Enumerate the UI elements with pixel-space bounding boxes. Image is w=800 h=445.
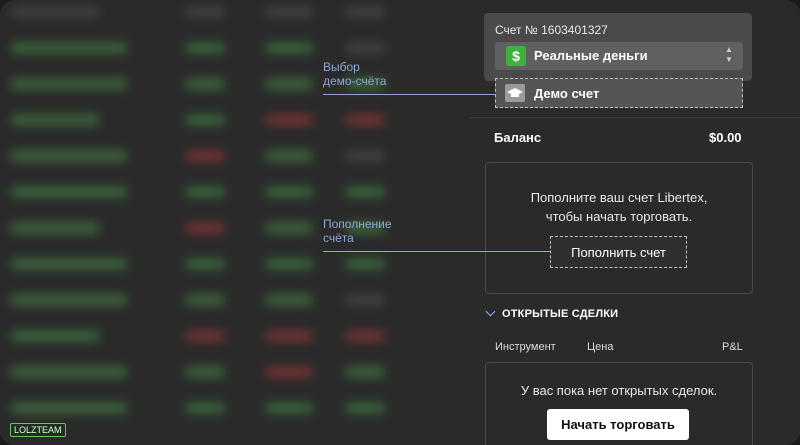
blurred-row: [0, 138, 470, 174]
annotation-deposit: Пополнение счёта: [323, 217, 392, 245]
deposit-button[interactable]: Пополнить счет: [550, 236, 687, 268]
blurred-cell: [265, 78, 313, 90]
annotation-demo-line2: демо-счёта: [323, 74, 387, 88]
blurred-cell: [10, 222, 100, 234]
blurred-cell: [185, 150, 225, 162]
column-header-instrument: Инструмент: [495, 341, 556, 353]
annotation-demo-line1: Выбор: [323, 60, 360, 74]
blurred-cell: [10, 114, 100, 126]
blurred-cell: [345, 366, 385, 378]
blurred-cell: [10, 294, 128, 306]
account-type-selected: Реальные деньги: [534, 48, 648, 63]
blurred-cell: [10, 150, 128, 162]
column-header-price: Цена: [587, 341, 614, 353]
blurred-cell: [345, 330, 385, 342]
blurred-instrument-table: [0, 0, 470, 445]
blurred-cell: [345, 186, 385, 198]
blurred-cell: [185, 114, 225, 126]
annotation-deposit-line: [323, 251, 550, 252]
annotation-demo: Выбор демо-счёта: [323, 60, 386, 88]
no-trades-message: У вас пока нет открытых сделок.: [520, 383, 718, 398]
account-number-label: Счет № 1603401327: [495, 23, 608, 37]
blurred-row: [0, 174, 470, 210]
blurred-cell: [265, 42, 313, 54]
dollar-icon: $: [506, 46, 526, 66]
blurred-cell: [345, 258, 385, 270]
blurred-cell: [10, 78, 128, 90]
graduation-cap-icon: [505, 84, 525, 102]
blurred-cell: [265, 366, 313, 378]
open-trades-title: ОТКРЫТЫЕ СДЕЛКИ: [502, 308, 619, 320]
blurred-cell: [345, 150, 385, 162]
start-trading-button[interactable]: Начать торговать: [547, 409, 689, 440]
demo-account-label: Демо счет: [534, 86, 600, 101]
blurred-cell: [265, 114, 313, 126]
deposit-card: [485, 162, 753, 294]
blurred-cell: [10, 258, 128, 270]
blurred-cell: [185, 258, 225, 270]
blurred-cell: [345, 114, 385, 126]
blurred-cell: [265, 258, 313, 270]
blurred-cell: [185, 366, 225, 378]
blurred-cell: [185, 78, 225, 90]
blurred-cell: [265, 150, 313, 162]
blurred-row: [0, 318, 470, 354]
select-arrows-icon: ▲ ▼: [725, 45, 733, 64]
blurred-cell: [185, 42, 225, 54]
blurred-cell: [265, 222, 313, 234]
blurred-cell: [185, 330, 225, 342]
blurred-cell: [10, 402, 128, 414]
blurred-cell: [10, 186, 128, 198]
blurred-cell: [265, 6, 313, 18]
blurred-cell: [185, 294, 225, 306]
balance-value: $0.00: [709, 130, 742, 145]
blurred-cell: [265, 294, 313, 306]
column-header-pnl: P&L: [722, 341, 743, 353]
blurred-cell: [185, 222, 225, 234]
annotation-deposit-line1: Пополнение: [323, 217, 392, 231]
blurred-row: [0, 66, 470, 102]
blurred-cell: [265, 402, 313, 414]
blurred-cell: [345, 294, 385, 306]
divider: [470, 117, 800, 118]
blurred-row: [0, 102, 470, 138]
demo-account-option[interactable]: [495, 78, 743, 108]
blurred-cell: [265, 186, 313, 198]
blurred-cell: [345, 402, 385, 414]
watermark-logo: LOLZTEAM: [10, 423, 66, 437]
chevron-down-icon: [485, 306, 496, 317]
blurred-row: [0, 30, 470, 66]
blurred-cell: [10, 6, 100, 18]
blurred-cell: [10, 42, 128, 54]
blurred-cell: [345, 42, 385, 54]
blurred-cell: [185, 402, 225, 414]
app-frame: Счет № 1603401327 $ Реальные деньги ▲ ▼ Д…: [0, 0, 800, 445]
blurred-row: [0, 390, 470, 426]
annotation-deposit-line2: счёта: [323, 231, 354, 245]
annotation-demo-line: [323, 94, 495, 95]
deposit-message: Пополните ваш счет Libertex, чтобы начат…: [485, 188, 753, 226]
blurred-cell: [265, 330, 313, 342]
balance-label: Баланс: [494, 130, 542, 145]
blurred-row: [0, 210, 470, 246]
blurred-cell: [345, 6, 385, 18]
blurred-cell: [185, 6, 225, 18]
deposit-message-line2: чтобы начать торговать.: [545, 209, 693, 224]
deposit-message-line1: Пополните ваш счет Libertex,: [530, 190, 708, 205]
blurred-cell: [10, 366, 128, 378]
blurred-row: [0, 0, 470, 30]
blurred-row: [0, 354, 470, 390]
blurred-cell: [10, 330, 100, 342]
blurred-row: [0, 282, 470, 318]
blurred-cell: [185, 186, 225, 198]
open-trades-header[interactable]: ОТКРЫТЫЕ СДЕЛКИ: [485, 306, 619, 320]
